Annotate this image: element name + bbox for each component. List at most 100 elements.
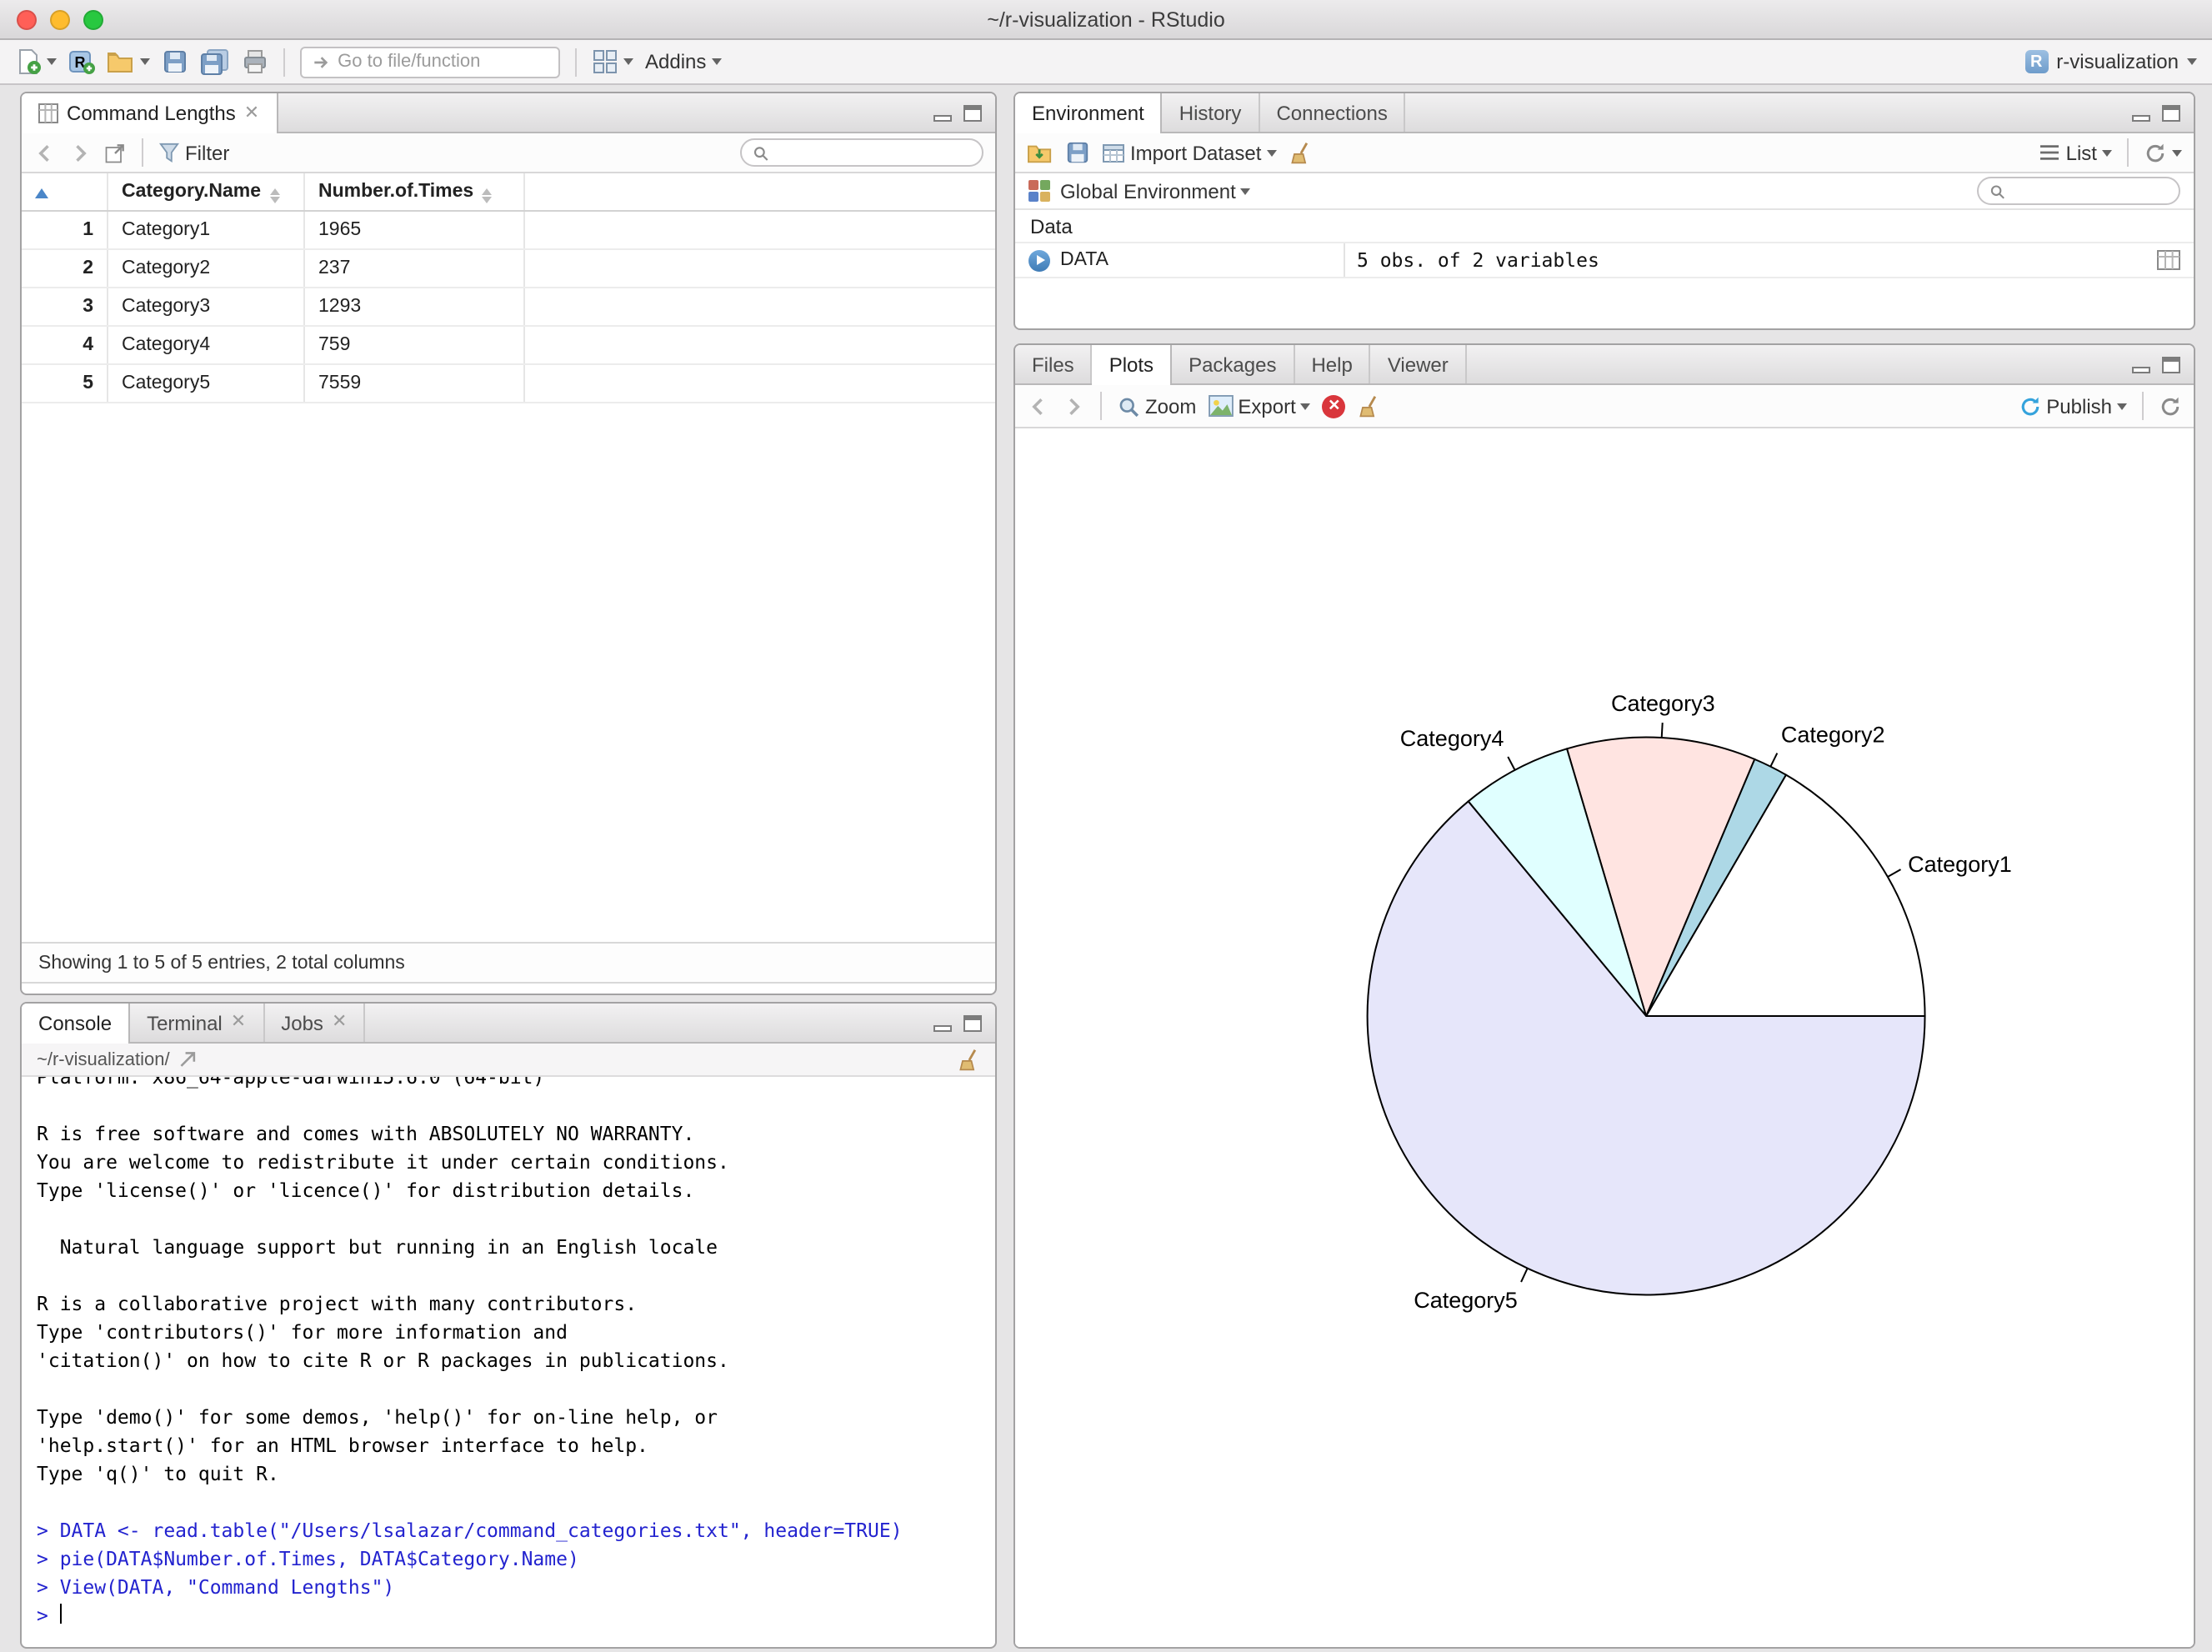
open-file-button[interactable]: [107, 48, 150, 75]
data-viewer-pane: Command Lengths ✕ Filter Category.Name N…: [20, 92, 997, 995]
row-number-header[interactable]: [22, 173, 108, 210]
data-table-header: Category.Name Number.of.Times: [22, 173, 995, 212]
zoom-plot-button[interactable]: Zoom: [1117, 394, 1196, 418]
toolbar-separator: [575, 48, 577, 76]
environment-scope-selector[interactable]: Global Environment: [1060, 179, 1251, 203]
addins-menu[interactable]: Addins: [645, 50, 722, 73]
clear-console-broom-icon[interactable]: [957, 1048, 980, 1071]
pie-chart: Category1 Category2 Category3 Category4 Cate…: [1366, 691, 2012, 1313]
clear-all-plots-broom-icon[interactable]: [1358, 394, 1381, 418]
tab-files[interactable]: Files: [1015, 345, 1093, 383]
tab-terminal[interactable]: Terminal ✕: [130, 1004, 265, 1042]
save-all-icon: [201, 49, 228, 75]
minimize-pane-icon[interactable]: [2132, 104, 2150, 121]
console-output[interactable]: Platform: x86_64-apple-darwin15.6.0 (64-…: [22, 1077, 995, 1647]
minimize-pane-icon[interactable]: [933, 1014, 952, 1031]
minimize-pane-icon[interactable]: [2132, 356, 2150, 373]
environment-toolbar: Import Dataset List: [1015, 133, 2194, 173]
tab-history[interactable]: History: [1163, 93, 1260, 132]
entries-summary: Showing 1 to 5 of 5 entries, 2 total col…: [38, 953, 405, 973]
console-line: >: [37, 1602, 980, 1630]
table-row[interactable]: 3 Category3 1293: [22, 288, 995, 327]
data-search-box[interactable]: [740, 138, 983, 167]
maximize-pane-icon[interactable]: [2162, 104, 2180, 121]
column-header-number-of-times[interactable]: Number.of.Times: [305, 173, 525, 210]
close-window-button[interactable]: [17, 9, 37, 29]
table-row[interactable]: 2 Category2 237: [22, 250, 995, 288]
table-row[interactable]: 5 Category5 7559: [22, 365, 995, 403]
maximize-pane-icon[interactable]: [2162, 356, 2180, 373]
tab-packages[interactable]: Packages: [1172, 345, 1295, 383]
sort-ascending-icon: [35, 188, 48, 198]
goto-file-function-input[interactable]: [338, 52, 548, 72]
tab-connections[interactable]: Connections: [1259, 93, 1406, 132]
new-file-button[interactable]: [15, 48, 57, 75]
filter-button[interactable]: Filter: [158, 141, 229, 164]
view-data-grid-icon[interactable]: [2157, 250, 2180, 270]
tab-label: Plots: [1109, 353, 1154, 377]
back-icon[interactable]: [33, 141, 57, 164]
close-tab-icon[interactable]: ✕: [332, 1013, 347, 1032]
minimize-pane-icon[interactable]: [933, 104, 952, 121]
print-button[interactable]: [242, 48, 268, 75]
next-plot-icon[interactable]: [1062, 394, 1085, 418]
object-name: DATA: [1060, 250, 1109, 270]
pane-layout-caret-icon: [623, 58, 633, 65]
object-name-cell: DATA: [1015, 243, 1345, 277]
save-all-button[interactable]: [200, 48, 230, 75]
clear-environment-broom-icon[interactable]: [1288, 141, 1311, 164]
popout-icon[interactable]: [103, 141, 127, 164]
tab-console[interactable]: Console: [22, 1004, 131, 1044]
previous-plot-icon[interactable]: [1027, 394, 1050, 418]
refresh-plot-icon[interactable]: [2159, 394, 2182, 418]
tab-command-lengths[interactable]: Command Lengths ✕: [22, 93, 278, 133]
environment-search-box[interactable]: [1977, 177, 2180, 205]
new-project-button[interactable]: R: [68, 48, 95, 75]
scope-caret-icon: [1240, 188, 1251, 194]
export-label: Export: [1238, 394, 1296, 418]
search-icon: [1990, 184, 2004, 198]
import-dataset-icon: [1103, 143, 1124, 162]
minimize-window-button[interactable]: [50, 9, 70, 29]
close-tab-icon[interactable]: ✕: [231, 1013, 246, 1032]
table-row[interactable]: 1 Category1 1965: [22, 212, 995, 250]
export-plot-button[interactable]: Export: [1208, 394, 1311, 418]
list-view-button[interactable]: List: [2039, 141, 2112, 164]
table-row[interactable]: 4 Category4 759: [22, 327, 995, 365]
close-tab-icon[interactable]: ✕: [244, 103, 259, 123]
list-icon: [2040, 145, 2059, 160]
filter-label: Filter: [185, 141, 230, 164]
console-path-bar: ~/r-visualization/: [22, 1044, 995, 1077]
import-dataset-button[interactable]: Import Dataset: [1102, 141, 1277, 164]
sort-toggle-icon: [269, 188, 280, 203]
forward-icon[interactable]: [68, 141, 92, 164]
tab-jobs[interactable]: Jobs ✕: [264, 1004, 366, 1042]
environment-search-input[interactable]: [2012, 181, 2169, 201]
data-search-input[interactable]: [776, 143, 972, 163]
environment-object-row[interactable]: DATA 5 obs. of 2 variables: [1015, 243, 2194, 278]
maximize-pane-icon[interactable]: [963, 1014, 982, 1031]
goto-directory-icon[interactable]: [178, 1049, 198, 1069]
pane-layout-button[interactable]: [592, 48, 633, 75]
row-number: 3: [22, 288, 108, 325]
goto-file-function-box[interactable]: [300, 46, 560, 78]
zoom-window-button[interactable]: [83, 9, 103, 29]
tab-plots[interactable]: Plots: [1092, 345, 1173, 385]
expand-object-icon[interactable]: [1028, 249, 1050, 271]
maximize-pane-icon[interactable]: [963, 104, 982, 121]
column-header-category-name[interactable]: Category.Name: [108, 173, 305, 210]
publish-button[interactable]: Publish: [2018, 394, 2127, 418]
cell-number-of-times: 759: [305, 327, 525, 363]
save-workspace-icon[interactable]: [1065, 140, 1090, 165]
tab-help[interactable]: Help: [1294, 345, 1371, 383]
pie-label: Category3: [1611, 691, 1715, 716]
tab-viewer[interactable]: Viewer: [1371, 345, 1467, 383]
remove-plot-button[interactable]: ✕: [1322, 394, 1346, 418]
save-button[interactable]: [162, 48, 188, 75]
window-titlebar: ~/r-visualization - RStudio: [0, 0, 2212, 40]
load-workspace-icon[interactable]: [1027, 140, 1053, 165]
project-menu[interactable]: R r-visualization: [2024, 50, 2197, 73]
addins-label: Addins: [645, 50, 707, 73]
tab-environment[interactable]: Environment: [1015, 93, 1163, 133]
refresh-environment-button[interactable]: [2144, 141, 2182, 164]
